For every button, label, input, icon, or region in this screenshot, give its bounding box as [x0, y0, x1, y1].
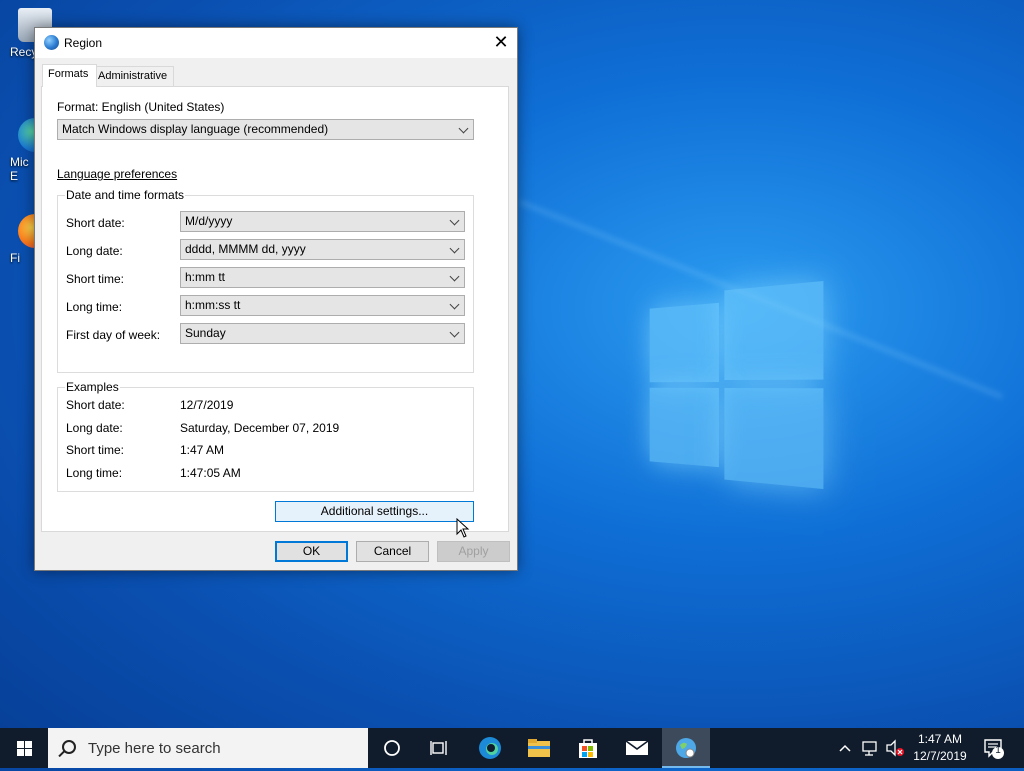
- network-tray-button[interactable]: [860, 728, 882, 768]
- language-preferences-link[interactable]: Language preferences: [57, 167, 177, 181]
- tab-administrative[interactable]: Administrative: [92, 66, 174, 87]
- taskbar-search-box[interactable]: Type here to search: [48, 728, 368, 768]
- task-view-button[interactable]: [416, 728, 464, 768]
- short-time-dropdown[interactable]: h:mm tt: [180, 267, 465, 288]
- long-date-value: dddd, MMMM dd, yyyy: [185, 242, 306, 256]
- folder-icon: [528, 739, 550, 757]
- clock-date: 12/7/2019: [913, 749, 967, 763]
- example-long-time-value: 1:47:05 AM: [180, 466, 241, 480]
- short-date-dropdown[interactable]: M/d/yyyy: [180, 211, 465, 232]
- chevron-down-icon: [449, 243, 460, 254]
- close-button[interactable]: ✕: [485, 28, 517, 58]
- globe-icon: [44, 35, 59, 50]
- chevron-down-icon: [449, 215, 460, 226]
- date-time-formats-group: Date and time formats Short date: M/d/yy…: [57, 188, 474, 373]
- notification-count: 1: [995, 745, 1001, 756]
- example-short-date-value: 12/7/2019: [180, 398, 234, 412]
- dialog-titlebar[interactable]: Region ✕: [35, 28, 517, 58]
- long-time-dropdown[interactable]: h:mm:ss tt: [180, 295, 465, 316]
- windows-logo-wallpaper: [649, 280, 824, 490]
- format-selected-value: Match Windows display language (recommen…: [62, 122, 329, 136]
- dialog-title: Region: [64, 36, 103, 50]
- short-time-value: h:mm tt: [185, 270, 226, 284]
- long-time-label: Long time:: [66, 300, 123, 314]
- taskbar-file-explorer-button[interactable]: [515, 728, 563, 768]
- example-short-time-value: 1:47 AM: [180, 443, 225, 457]
- ok-button[interactable]: OK: [275, 541, 348, 562]
- first-day-of-week-label: First day of week:: [66, 328, 161, 342]
- cancel-button[interactable]: Cancel: [356, 541, 429, 562]
- chevron-down-icon: [449, 327, 460, 338]
- example-short-date-label: Short date:: [66, 398, 125, 412]
- start-button[interactable]: [0, 728, 48, 768]
- short-date-value: M/d/yyyy: [185, 214, 233, 228]
- cortana-circle-icon: [384, 740, 400, 756]
- store-bag-icon: [579, 739, 597, 758]
- long-date-dropdown[interactable]: dddd, MMMM dd, yyyy: [180, 239, 465, 260]
- long-date-label: Long date:: [66, 244, 123, 258]
- search-icon: [62, 740, 76, 754]
- volume-muted-icon: [886, 739, 904, 757]
- taskbar-edge-button[interactable]: [466, 728, 514, 768]
- action-center-button[interactable]: 1: [980, 728, 1010, 768]
- volume-tray-button[interactable]: [884, 728, 906, 768]
- formats-panel: Format: English (United States) Match Wi…: [41, 86, 509, 532]
- chevron-down-icon: [449, 271, 460, 282]
- clock-time: 1:47 AM: [917, 732, 963, 746]
- region-globe-icon: [676, 738, 696, 758]
- group-legend: Date and time formats: [65, 188, 186, 202]
- examples-group: Examples Short date: 12/7/2019 Long date…: [57, 380, 474, 492]
- format-label: Format: English (United States): [57, 100, 225, 114]
- first-day-of-week-dropdown[interactable]: Sunday: [180, 323, 465, 344]
- apply-button[interactable]: Apply: [437, 541, 510, 562]
- additional-settings-button[interactable]: Additional settings...: [275, 501, 474, 522]
- example-long-date-label: Long date:: [66, 421, 123, 435]
- search-placeholder: Type here to search: [88, 740, 221, 757]
- taskbar-region-button[interactable]: [662, 728, 710, 768]
- taskbar: Type here to search 1:47 AM 12/7/2019 1: [0, 728, 1024, 768]
- group-legend: Examples: [65, 380, 120, 394]
- chevron-down-icon: [449, 299, 460, 310]
- format-dropdown[interactable]: Match Windows display language (recommen…: [57, 119, 474, 140]
- short-date-label: Short date:: [66, 216, 125, 230]
- chevron-up-icon: [839, 744, 851, 752]
- taskbar-mail-button[interactable]: [613, 728, 661, 768]
- task-view-icon: [430, 741, 447, 755]
- show-hidden-icons-button[interactable]: [836, 728, 854, 768]
- tab-formats[interactable]: Formats: [42, 64, 97, 87]
- example-long-time-label: Long time:: [66, 466, 123, 480]
- long-time-value: h:mm:ss tt: [185, 298, 241, 312]
- example-long-date-value: Saturday, December 07, 2019: [180, 421, 340, 435]
- taskbar-clock[interactable]: 1:47 AM 12/7/2019: [905, 731, 975, 765]
- mouse-cursor-icon: [456, 518, 470, 538]
- region-dialog: Region ✕ Formats Administrative Format: …: [34, 27, 518, 571]
- example-short-time-label: Short time:: [66, 443, 125, 457]
- short-time-label: Short time:: [66, 272, 125, 286]
- first-day-of-week-value: Sunday: [185, 326, 226, 340]
- edge-icon: [479, 737, 501, 759]
- taskbar-store-button[interactable]: [564, 728, 612, 768]
- network-icon: [862, 741, 877, 756]
- mail-envelope-icon: [625, 740, 649, 755]
- chevron-down-icon: [458, 123, 469, 134]
- cortana-button[interactable]: [368, 728, 416, 768]
